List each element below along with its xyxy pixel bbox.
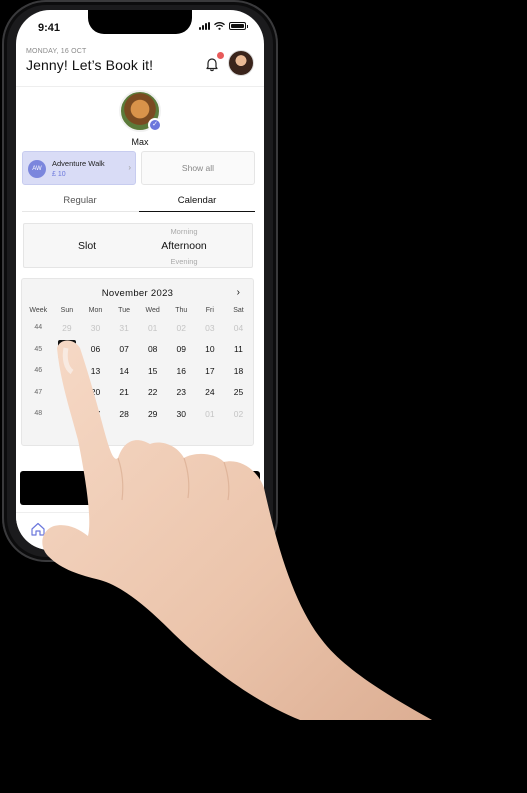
week-number: 45 bbox=[34, 345, 43, 353]
calendar-day[interactable]: 21 bbox=[110, 387, 139, 397]
slot-option-selected[interactable]: Afternoon bbox=[134, 240, 234, 252]
calendar-day[interactable]: 31 bbox=[110, 323, 139, 333]
service-price: £ 10 bbox=[52, 171, 66, 178]
calendar-day[interactable]: 04 bbox=[224, 323, 253, 333]
calendar-day[interactable]: 25 bbox=[224, 387, 253, 397]
pet-photo[interactable]: ✓ bbox=[119, 90, 162, 132]
check-icon: ✓ bbox=[148, 118, 162, 132]
calendar-week-row: 44 29 30 31 01 02 03 04 bbox=[24, 317, 253, 339]
calendar-weekday-header: Week Sun Mon Tue Wed Thu Fri Sat bbox=[24, 303, 253, 317]
weekday-header: Sat bbox=[233, 306, 244, 314]
notification-badge bbox=[217, 52, 224, 59]
service-badge: AW bbox=[28, 160, 46, 178]
calendar-day[interactable]: 10 bbox=[196, 344, 225, 354]
slot-label: Slot bbox=[78, 240, 97, 252]
active-tab-indicator bbox=[139, 211, 255, 212]
service-card-adventure-walk[interactable]: AW Adventure Walk £ 10 › bbox=[22, 151, 136, 185]
tab-calendar[interactable]: Calendar bbox=[139, 195, 255, 206]
calendar-day-selected[interactable]: 05 bbox=[53, 340, 82, 359]
week-number: 46 bbox=[34, 367, 43, 375]
calendar-day[interactable]: 01 bbox=[138, 323, 167, 333]
calendar-day[interactable]: 23 bbox=[167, 387, 196, 397]
calendar-day[interactable]: 18 bbox=[224, 366, 253, 376]
calendar-day[interactable]: 15 bbox=[138, 366, 167, 376]
pet-profile: ✓ Max bbox=[16, 90, 264, 147]
slot-option-morning[interactable]: Morning bbox=[134, 227, 234, 236]
weekday-header: Wed bbox=[145, 306, 160, 314]
calendar-day[interactable]: 02 bbox=[224, 409, 253, 419]
calendar-day[interactable]: 30 bbox=[81, 323, 110, 333]
calendar-day[interactable]: 14 bbox=[110, 366, 139, 376]
calendar-day[interactable]: 08 bbox=[138, 344, 167, 354]
calendar-day[interactable]: 01 bbox=[196, 409, 225, 419]
weekday-header: Thu bbox=[175, 306, 188, 314]
service-name: Adventure Walk bbox=[52, 159, 105, 168]
calendar-day[interactable]: 13 bbox=[81, 366, 110, 376]
calendar-day[interactable]: 16 bbox=[167, 366, 196, 376]
slot-option-evening[interactable]: Evening bbox=[134, 257, 234, 266]
calendar-week-row: 48 27 28 29 30 01 02 bbox=[24, 403, 253, 425]
avatar[interactable] bbox=[228, 50, 254, 76]
phone-frame: 9:41 MONDAY, 16 OCT Jenny! Let’s Book it… bbox=[2, 0, 278, 562]
calendar-day[interactable]: 29 bbox=[53, 323, 82, 333]
status-time: 9:41 bbox=[38, 22, 61, 34]
weekday-header: Tue bbox=[118, 306, 130, 314]
calendar-week-row: 45 05 06 07 08 09 10 11 bbox=[24, 339, 253, 361]
bottom-nav bbox=[16, 512, 264, 550]
app-header: MONDAY, 16 OCT Jenny! Let’s Book it! bbox=[26, 48, 254, 82]
chevron-right-icon[interactable]: › bbox=[237, 287, 240, 298]
calendar-day[interactable]: 17 bbox=[196, 366, 225, 376]
chevron-right-icon: › bbox=[128, 163, 131, 172]
calendar-month: November 2023 bbox=[101, 288, 174, 299]
weekday-header: Fri bbox=[205, 306, 214, 314]
calendar-day[interactable]: 20 bbox=[81, 387, 110, 397]
signal-icon bbox=[199, 22, 210, 30]
calendar-day[interactable]: 02 bbox=[167, 323, 196, 333]
book-button[interactable] bbox=[20, 471, 260, 505]
app-screen: 9:41 MONDAY, 16 OCT Jenny! Let’s Book it… bbox=[16, 10, 264, 550]
calendar-day[interactable]: 09 bbox=[167, 344, 196, 354]
header-divider bbox=[16, 86, 264, 87]
week-column-header: Week bbox=[29, 306, 48, 314]
status-icons bbox=[199, 22, 248, 30]
show-all-button[interactable]: Show all bbox=[141, 151, 255, 185]
week-number: 48 bbox=[34, 410, 43, 418]
weekday-header: Sun bbox=[60, 306, 74, 314]
calendar-day[interactable]: 03 bbox=[196, 323, 225, 333]
calendar-week-row: 46 13 14 15 16 17 18 bbox=[24, 360, 253, 382]
weekday-header: Mon bbox=[88, 306, 103, 314]
calendar-day[interactable]: 28 bbox=[110, 409, 139, 419]
slot-picker[interactable]: Slot Morning Afternoon Evening bbox=[23, 223, 253, 268]
week-number: 47 bbox=[34, 388, 43, 396]
calendar-grid: Week Sun Mon Tue Wed Thu Fri Sat 44 29 30 31 01 02 03 0… bbox=[24, 303, 253, 425]
battery-icon bbox=[229, 22, 248, 30]
calendar-day[interactable]: 22 bbox=[138, 387, 167, 397]
calendar-day[interactable]: 06 bbox=[81, 344, 110, 354]
pet-name: Max bbox=[131, 137, 149, 147]
wifi-icon bbox=[214, 22, 225, 30]
calendar-day[interactable]: 07 bbox=[110, 344, 139, 354]
service-row: AW Adventure Walk £ 10 › Show all bbox=[22, 151, 255, 185]
week-number: 44 bbox=[34, 324, 43, 332]
calendar-day[interactable]: 30 bbox=[167, 409, 196, 419]
calendar: November 2023 › Week Sun Mon Tue Wed Thu Fri Sa… bbox=[21, 278, 254, 446]
calendar-day[interactable]: 29 bbox=[138, 409, 167, 419]
home-icon[interactable] bbox=[30, 521, 46, 537]
calendar-day[interactable]: 24 bbox=[196, 387, 225, 397]
calendar-day[interactable]: 11 bbox=[224, 344, 253, 354]
calendar-week-row: 47 20 21 22 23 24 25 bbox=[24, 382, 253, 404]
tab-regular[interactable]: Regular bbox=[22, 195, 138, 206]
booking-tabs: Regular Calendar bbox=[22, 192, 255, 212]
calendar-day[interactable]: 27 bbox=[81, 409, 110, 419]
phone-notch bbox=[88, 10, 192, 34]
